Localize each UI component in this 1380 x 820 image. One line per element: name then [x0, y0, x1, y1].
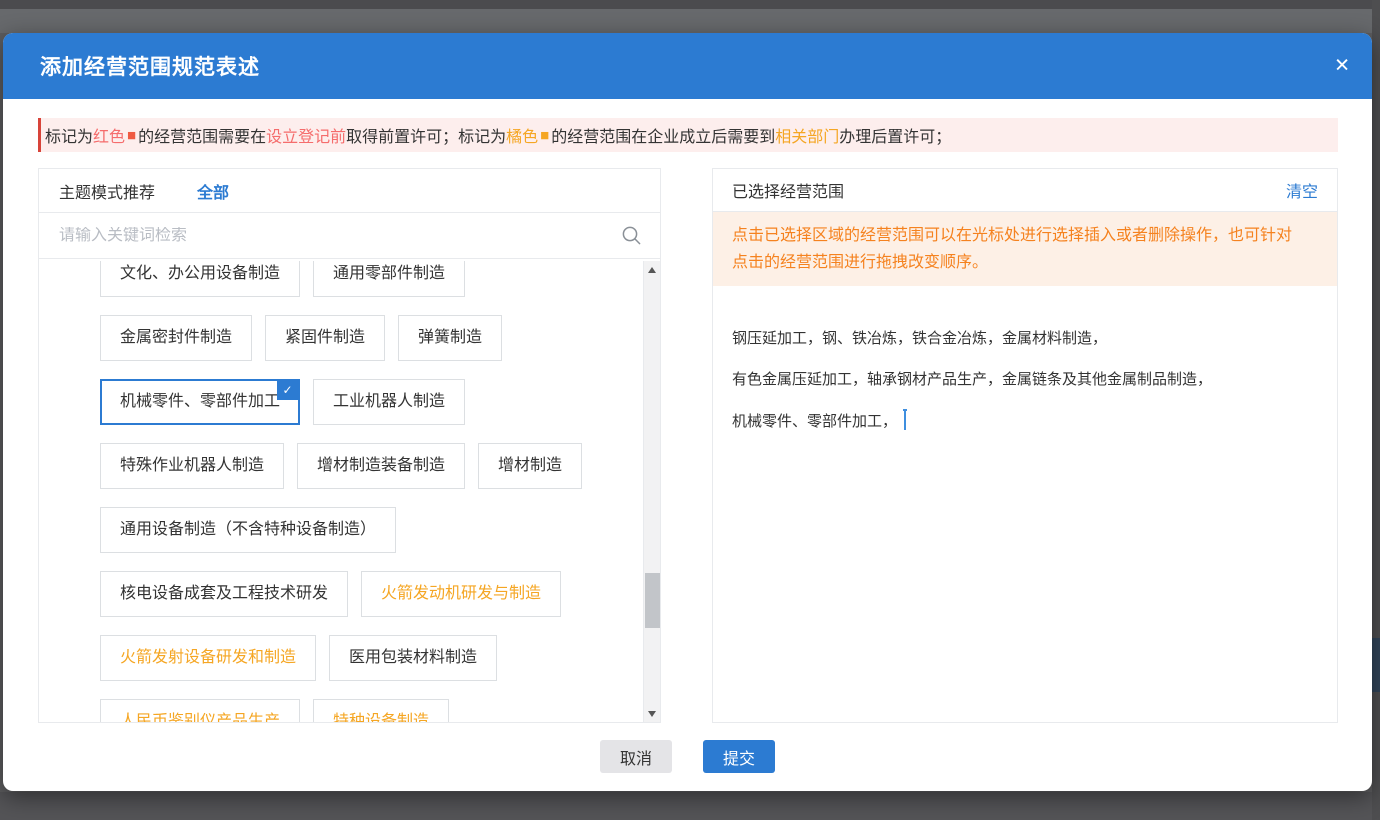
- selected-scope-line[interactable]: 钢压延加工，钢、铁冶炼，铁合金冶炼，金属材料制造，: [732, 329, 1318, 349]
- scope-tag[interactable]: 核电设备成套及工程技术研发: [100, 571, 348, 617]
- arrow-up-icon: [648, 267, 656, 273]
- submit-button[interactable]: 提交: [703, 740, 775, 773]
- dialog-footer: 取消 提交: [3, 740, 1372, 773]
- scope-tag[interactable]: 火箭发动机研发与制造: [361, 571, 561, 617]
- tab-all[interactable]: 全部: [197, 179, 229, 203]
- add-business-scope-dialog: 添加经营范围规范表述 ✕ 标记为 红色 ■ 的经营范围需要在 设立登记前 取得前…: [3, 33, 1372, 791]
- legend-orange-label: 橘色: [506, 123, 538, 147]
- tag-row: 特殊作业机器人制造增材制造装备制造增材制造: [100, 443, 643, 489]
- scope-tag[interactable]: 特殊作业机器人制造: [100, 443, 284, 489]
- tag-row: 机械零件、零部件加工✓ 工业机器人制造: [100, 379, 643, 425]
- legend-text: 的经营范围需要在: [138, 123, 266, 147]
- search-input[interactable]: [59, 227, 621, 245]
- search-icon[interactable]: [621, 225, 642, 246]
- text-cursor: [904, 411, 906, 430]
- scope-tag[interactable]: 医用包装材料制造: [329, 635, 497, 681]
- legend-red-label: 红色: [93, 123, 125, 147]
- dialog-header: 添加经营范围规范表述 ✕: [3, 33, 1372, 99]
- legend-text: 的经营范围在企业成立后需要到: [551, 123, 775, 147]
- selection-hint: 点击已选择区域的经营范围可以在光标处进行选择插入或者删除操作，也可针对点击的经营…: [713, 212, 1337, 286]
- selected-scope-list: 钢压延加工，钢、铁冶炼，铁合金冶炼，金属材料制造， 有色金属压延加工，轴承钢材产品…: [713, 286, 1337, 432]
- tag-row: 通用设备制造（不含特种设备制造）: [100, 507, 643, 553]
- legend-text: 取得前置许可；标记为: [346, 123, 506, 147]
- close-icon[interactable]: ✕: [1334, 57, 1350, 76]
- scope-tag[interactable]: 机械零件、零部件加工✓: [100, 379, 300, 425]
- scope-tag[interactable]: 通用设备制造（不含特种设备制造）: [100, 507, 396, 553]
- arrow-down-icon: [648, 711, 656, 717]
- tag-row: 金属密封件制造紧固件制造弹簧制造: [100, 315, 643, 361]
- browser-scrollbar[interactable]: [1372, 0, 1380, 820]
- check-icon: ✓: [277, 381, 298, 400]
- tag-row: 火箭发射设备研发和制造医用包装材料制造: [100, 635, 643, 681]
- orange-square-icon: ■: [540, 127, 549, 144]
- scroll-up-button[interactable]: [644, 261, 660, 278]
- dimmed-page-top: [0, 0, 1380, 33]
- tag-rows: 文化、办公用设备制造通用零部件制造金属密封件制造紧固件制造弹簧制造机械零件、零部…: [39, 261, 643, 722]
- legend-text: 办理后置许可；: [839, 123, 951, 147]
- scope-tag[interactable]: 增材制造: [478, 443, 582, 489]
- dimmed-page-bottom: [0, 792, 1380, 820]
- scope-tag[interactable]: 特种设备制造: [313, 699, 449, 722]
- scope-catalog-panel: 主题模式推荐 全部 文化、办公用设备制造通用零部件制造金属密封件制造紧固件制造弹…: [38, 168, 661, 723]
- scope-tag[interactable]: 工业机器人制造: [313, 379, 465, 425]
- legend-text: 标记为: [45, 123, 93, 147]
- legend-orange-term: 相关部门: [775, 123, 839, 147]
- scrollbar-thumb[interactable]: [645, 573, 660, 628]
- scope-tag[interactable]: 增材制造装备制造: [297, 443, 465, 489]
- scope-tag[interactable]: 紧固件制造: [265, 315, 385, 361]
- scope-tag[interactable]: 弹簧制造: [398, 315, 502, 361]
- scope-tag[interactable]: 人民币鉴别仪产品生产: [100, 699, 300, 722]
- tag-list-scrollbar[interactable]: [643, 261, 660, 722]
- cancel-button[interactable]: 取消: [600, 740, 672, 773]
- search-bar: [39, 213, 660, 259]
- selected-scope-line[interactable]: 机械零件、零部件加工，: [732, 411, 1318, 432]
- tab-theme-recommend[interactable]: 主题模式推荐: [59, 179, 155, 203]
- permission-legend-notice: 标记为 红色 ■ 的经营范围需要在 设立登记前 取得前置许可；标记为 橘色 ■ …: [38, 118, 1338, 152]
- tag-row: 文化、办公用设备制造通用零部件制造: [100, 261, 643, 297]
- scope-tag[interactable]: 文化、办公用设备制造: [100, 261, 300, 297]
- clear-all-link[interactable]: 清空: [1286, 178, 1318, 202]
- scroll-down-button[interactable]: [644, 705, 660, 722]
- selected-scope-line[interactable]: 有色金属压延加工，轴承钢材产品生产，金属链条及其他金属制品制造，: [732, 370, 1318, 390]
- selected-scope-title: 已选择经营范围: [732, 178, 844, 202]
- scope-tag[interactable]: 通用零部件制造: [313, 261, 465, 297]
- selected-scope-panel: 已选择经营范围 清空 点击已选择区域的经营范围可以在光标处进行选择插入或者删除操…: [712, 168, 1338, 723]
- tag-scroll-viewport: 文化、办公用设备制造通用零部件制造金属密封件制造紧固件制造弹簧制造机械零件、零部…: [39, 261, 643, 722]
- catalog-tabs: 主题模式推荐 全部: [39, 169, 660, 213]
- scope-tag[interactable]: 火箭发射设备研发和制造: [100, 635, 316, 681]
- scope-tag[interactable]: 金属密封件制造: [100, 315, 252, 361]
- browser-scrollbar-thumb[interactable]: [1372, 638, 1380, 692]
- selected-scope-header: 已选择经营范围 清空: [713, 169, 1337, 212]
- tag-row: 人民币鉴别仪产品生产特种设备制造: [100, 699, 643, 722]
- legend-red-term: 设立登记前: [266, 123, 346, 147]
- tag-row: 核电设备成套及工程技术研发火箭发动机研发与制造: [100, 571, 643, 617]
- red-square-icon: ■: [127, 127, 136, 144]
- dialog-title: 添加经营范围规范表述: [40, 51, 260, 81]
